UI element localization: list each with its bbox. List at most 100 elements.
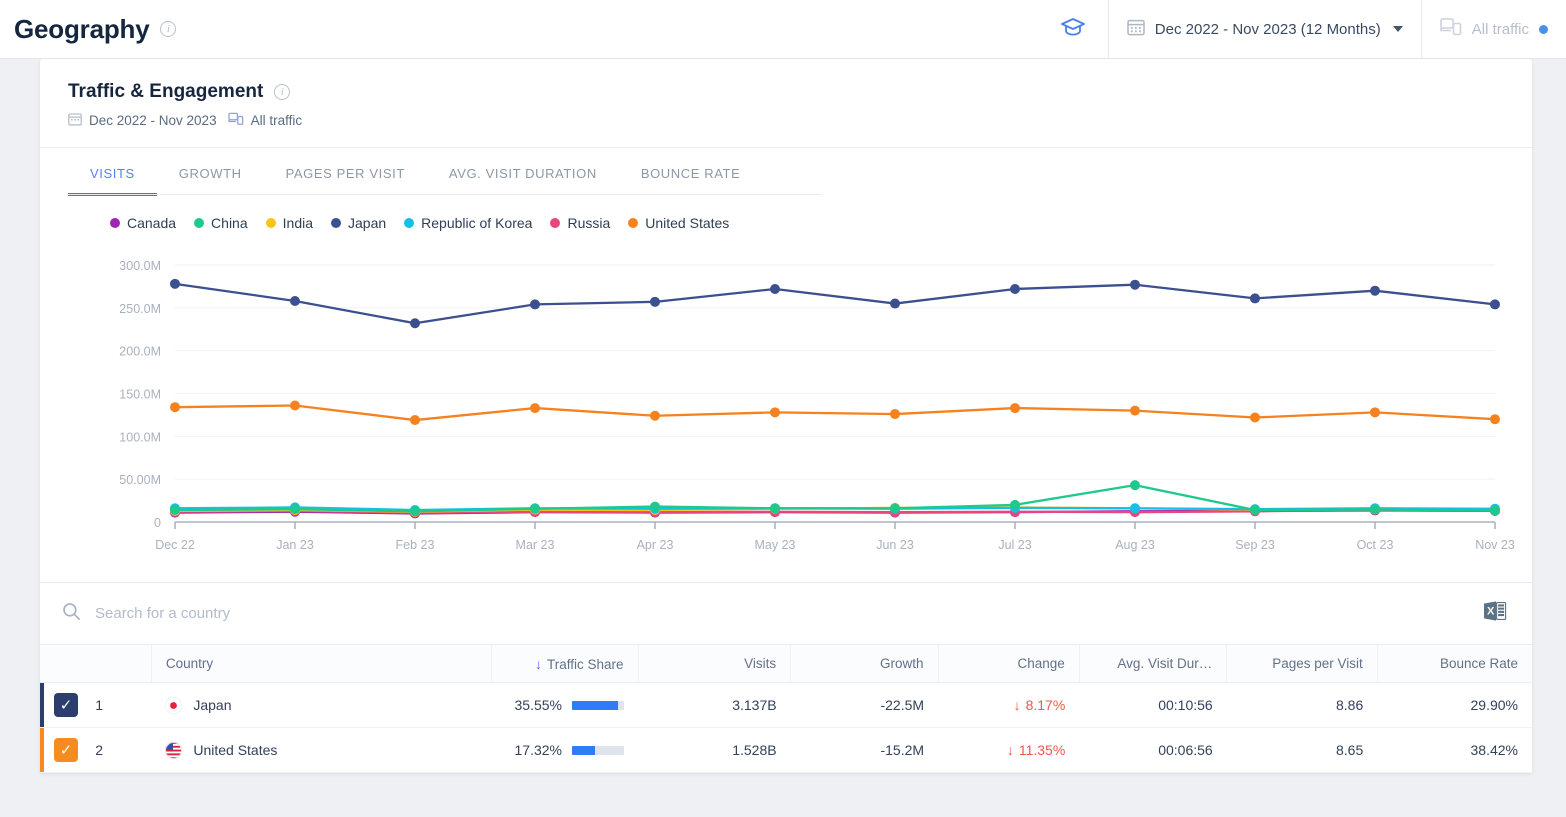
svg-text:Jul 23: Jul 23 xyxy=(998,538,1031,552)
legend-label: Russia xyxy=(567,215,611,231)
traffic-share-bar-fill xyxy=(572,700,619,710)
series-japan xyxy=(170,278,1500,329)
devices-icon xyxy=(1439,17,1462,42)
col-avg-visit-duration[interactable]: Avg. Visit Dur… xyxy=(1078,644,1227,683)
legend-color-dot xyxy=(265,218,276,228)
chart-legend: Canada China India Japan Republic of Korea Ru… xyxy=(40,195,1532,231)
col-country[interactable]: Country xyxy=(150,644,492,683)
row-growth: -22.5M xyxy=(790,682,939,728)
row-pages-per-visit: 8.86 xyxy=(1226,682,1378,728)
svg-text:100.0M: 100.0M xyxy=(119,430,161,444)
row-traffic-share: 17.32% xyxy=(491,727,638,773)
svg-text:Apr 23: Apr 23 xyxy=(637,538,674,552)
change-percent: 11.35% xyxy=(1018,742,1066,758)
academy-button[interactable] xyxy=(1038,0,1108,59)
svg-text:250.0M: 250.0M xyxy=(119,302,161,316)
country-search-bar: X xyxy=(40,582,1532,644)
card-info-icon[interactable]: i xyxy=(274,84,291,100)
metric-tabs: VISITS GROWTH PAGES PER VISIT AVG. VISIT… xyxy=(40,148,1532,196)
row-visits: 1.528B xyxy=(638,727,791,773)
tab-avg-visit-duration[interactable]: AVG. VISIT DURATION xyxy=(427,148,619,195)
traffic-filter-label: All traffic xyxy=(1471,20,1529,38)
svg-text:Jan 23: Jan 23 xyxy=(276,538,314,552)
col-bounce-rate[interactable]: Bounce Rate xyxy=(1376,644,1532,683)
legend-label: Japan xyxy=(348,215,387,231)
arrow-down-icon: ↓ xyxy=(1013,697,1021,713)
col-select-all[interactable] xyxy=(40,644,82,683)
table-row[interactable]: ✓ 2 United States 17.32% 1.528B -15.2M ↓ 11.35%… xyxy=(40,727,1532,773)
legend-color-dot xyxy=(194,218,205,228)
legend-item-united-states[interactable]: United States xyxy=(628,215,729,231)
devices-icon-small xyxy=(227,112,244,129)
change-value: ↓ 8.17% xyxy=(1014,697,1066,713)
svg-text:200.0M: 200.0M xyxy=(119,345,161,359)
legend-item-russia[interactable]: Russia xyxy=(550,215,610,231)
traffic-engagement-card: Traffic & Engagement i Dec 2022 - Nov 20… xyxy=(40,59,1532,773)
row-select-cell[interactable]: ✓ xyxy=(40,682,82,728)
row-accent-bar xyxy=(40,683,44,727)
change-percent: 8.17% xyxy=(1025,697,1066,713)
legend-color-dot xyxy=(550,218,561,228)
table-row[interactable]: ✓ 1 Japan 35.55% 3.137B -22.5M ↓ 8.17% 00:10:56 8… xyxy=(40,682,1532,728)
row-checkbox[interactable]: ✓ xyxy=(54,738,78,762)
tab-visits[interactable]: VISITS xyxy=(68,148,157,196)
traffic-share-bar-fill xyxy=(572,745,595,755)
tab-pages-per-visit[interactable]: PAGES PER VISIT xyxy=(264,148,427,195)
row-bounce-rate: 38.42% xyxy=(1377,727,1532,773)
row-checkbox[interactable]: ✓ xyxy=(54,693,78,717)
arrow-down-icon: ↓ xyxy=(1006,742,1014,758)
card-subtitle: Dec 2022 - Nov 2023 All traffic xyxy=(68,112,1504,129)
legend-item-republic-of-korea[interactable]: Republic of Korea xyxy=(404,215,532,231)
table-header-row: Country ↓ Traffic Share Visits Growth Cha… xyxy=(40,644,1532,683)
svg-text:May 23: May 23 xyxy=(755,538,796,552)
row-change: ↓ 8.17% xyxy=(938,682,1080,728)
row-country[interactable]: United States xyxy=(151,727,492,773)
graduation-cap-icon xyxy=(1060,16,1086,43)
legend-item-japan[interactable]: Japan xyxy=(331,215,386,231)
tab-bounce-rate[interactable]: BOUNCE RATE xyxy=(619,148,763,195)
search-input[interactable] xyxy=(95,605,515,622)
traffic-share-bar xyxy=(572,700,624,710)
col-traffic-share[interactable]: ↓ Traffic Share xyxy=(491,644,638,683)
svg-text:Dec 22: Dec 22 xyxy=(155,538,195,552)
card-date-range: Dec 2022 - Nov 2023 xyxy=(89,113,217,128)
row-select-cell[interactable]: ✓ xyxy=(40,727,82,773)
change-value: ↓ 11.35% xyxy=(1007,742,1065,758)
filter-status-dot xyxy=(1539,24,1548,34)
chevron-down-icon xyxy=(1392,26,1403,32)
svg-text:Sep 23: Sep 23 xyxy=(1235,538,1275,552)
search-icon xyxy=(62,602,81,626)
traffic-share-value: 35.55% xyxy=(514,697,562,713)
col-pages-per-visit[interactable]: Pages per Visit xyxy=(1226,644,1378,683)
row-traffic-share: 35.55% xyxy=(491,682,638,728)
row-country[interactable]: Japan xyxy=(151,682,492,728)
country-table: Country ↓ Traffic Share Visits Growth Cha… xyxy=(40,644,1532,773)
svg-text:Aug 23: Aug 23 xyxy=(1115,538,1155,552)
row-growth: -15.2M xyxy=(790,727,939,773)
legend-item-china[interactable]: China xyxy=(194,215,248,231)
traffic-share-cell: 17.32% xyxy=(506,742,624,758)
date-range-picker[interactable]: Dec 2022 - Nov 2023 (12 Months) xyxy=(1107,0,1421,59)
excel-export-icon[interactable]: X xyxy=(1482,599,1508,628)
info-icon[interactable]: i xyxy=(160,21,177,37)
col-growth[interactable]: Growth xyxy=(790,644,939,683)
row-avg-visit-duration: 00:06:56 xyxy=(1079,727,1227,773)
traffic-filter-button[interactable]: All traffic xyxy=(1420,0,1566,59)
row-rank: 2 xyxy=(81,727,152,773)
legend-color-dot xyxy=(331,218,341,228)
country-name: Japan xyxy=(193,697,232,713)
calendar-icon xyxy=(1127,18,1145,41)
legend-item-india[interactable]: India xyxy=(265,215,313,231)
col-change[interactable]: Change xyxy=(937,644,1080,683)
svg-text:Oct 23: Oct 23 xyxy=(1357,538,1394,552)
row-rank: 1 xyxy=(81,682,152,728)
legend-item-canada[interactable]: Canada xyxy=(110,215,176,231)
legend-color-dot xyxy=(404,218,415,228)
tab-growth[interactable]: GROWTH xyxy=(157,148,264,195)
svg-text:0: 0 xyxy=(154,516,161,530)
legend-label: United States xyxy=(645,215,730,231)
legend-color-dot xyxy=(628,218,639,228)
legend-label: Republic of Korea xyxy=(421,215,533,231)
col-visits[interactable]: Visits xyxy=(637,644,791,683)
row-change: ↓ 11.35% xyxy=(938,727,1080,773)
